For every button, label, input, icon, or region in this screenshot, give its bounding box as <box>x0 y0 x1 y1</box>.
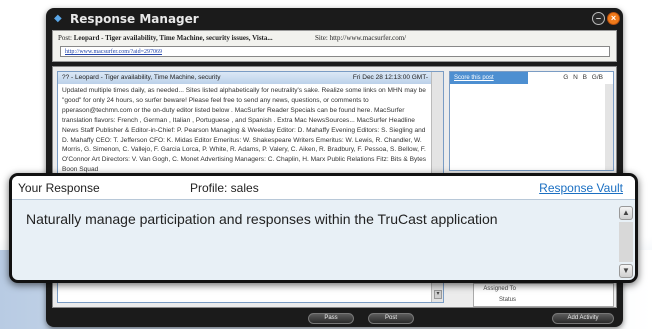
score-panel: Score this post G N B G/B <box>449 71 614 171</box>
response-profile[interactable]: Profile: sales <box>190 176 259 200</box>
response-title: Your Response <box>18 181 100 195</box>
site-row: Site: http://www.macsurfer.com/ <box>315 34 406 42</box>
assigned-to-label: Assigned To <box>483 286 516 292</box>
details-panel: Assigned To Status <box>473 283 614 307</box>
title-bar: ◆ Response Manager <box>46 8 623 30</box>
site-label: Site: <box>315 34 328 42</box>
scroll-track[interactable] <box>619 222 633 262</box>
post-info-panel: Post: Leopard - Tiger availability, Time… <box>52 30 617 62</box>
minimize-button[interactable]: – <box>592 12 605 25</box>
response-box: Your Response Profile: sales Response Va… <box>9 173 638 283</box>
response-text[interactable]: Naturally manage participation and respo… <box>26 211 616 227</box>
post-scroll-down-arrow-icon[interactable]: ▾ <box>434 290 442 299</box>
app-icon: ◆ <box>54 13 62 24</box>
bottom-toolbar: Pass Post Add Activity <box>46 309 623 327</box>
response-header: Your Response Profile: sales Response Va… <box>12 176 635 200</box>
post-title: Leopard - Tiger availability, Time Machi… <box>73 34 273 42</box>
response-scrollbar[interactable]: ▲ ▼ <box>619 206 633 278</box>
post-header-title: ?? - Leopard - Tiger availability, Time … <box>62 74 221 81</box>
scroll-down-arrow-icon[interactable]: ▼ <box>619 264 633 278</box>
pass-button[interactable]: Pass <box>308 313 354 324</box>
score-options[interactable]: G N B G/B <box>563 72 603 84</box>
response-inner: Your Response Profile: sales Response Va… <box>12 176 635 280</box>
add-activity-button[interactable]: Add Activity <box>552 313 614 324</box>
score-post-link[interactable]: Score this post <box>450 72 528 84</box>
response-vault-link[interactable]: Response Vault <box>539 176 623 200</box>
post-link[interactable]: http://www.macsurfer.com/?aid=297069 <box>60 46 610 57</box>
post-label: Post: <box>58 34 73 42</box>
close-button[interactable]: × <box>607 12 620 25</box>
site-url: http://www.macsurfer.com/ <box>329 34 407 42</box>
score-scrollbar[interactable] <box>605 84 613 170</box>
post-button[interactable]: Post <box>368 313 414 324</box>
window-title: Response Manager <box>70 12 199 26</box>
post-body-text: Updated multiple times daily, as needed.… <box>62 87 427 174</box>
status-label: Status <box>498 297 516 303</box>
scroll-up-arrow-icon[interactable]: ▲ <box>619 206 633 220</box>
post-header: ?? - Leopard - Tiger availability, Time … <box>58 72 432 84</box>
post-date: Fri Dec 28 12:13:00 GMT- <box>352 74 428 81</box>
post-title-row: Post: Leopard - Tiger availability, Time… <box>58 34 273 42</box>
